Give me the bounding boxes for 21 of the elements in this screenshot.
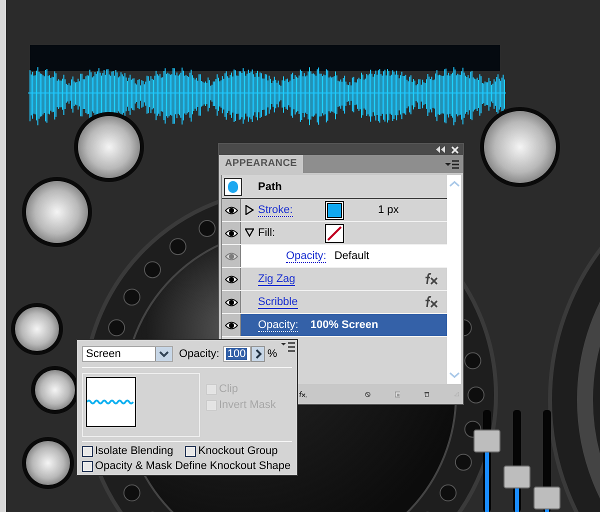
- appearance-row[interactable]: Fill:: [222, 222, 447, 245]
- object-name: Path: [258, 180, 282, 192]
- attribute-value: 100% Screen: [310, 319, 378, 331]
- percent-label: %: [267, 348, 278, 360]
- attribute-link[interactable]: Stroke:: [258, 204, 293, 216]
- attribute-label: Fill:: [258, 227, 276, 239]
- appearance-row[interactable]: Scribble: [222, 291, 447, 314]
- attribute-link[interactable]: Opacity:: [286, 250, 326, 262]
- appearance-row[interactable]: Opacity: Default: [222, 245, 447, 268]
- blend-mode-dropdown[interactable]: Screen: [82, 346, 173, 362]
- opacity-label: Opacity:: [179, 348, 220, 360]
- attribute-link[interactable]: Zig Zag: [258, 272, 296, 286]
- panel-tab[interactable]: APPEARANCE: [219, 155, 304, 173]
- appearance-row[interactable]: Zig Zag: [222, 268, 447, 291]
- attribute-value: Default: [334, 250, 370, 262]
- attribute-link[interactable]: Opacity:: [258, 318, 298, 332]
- appearance-row[interactable]: Stroke: 1 px: [222, 199, 447, 222]
- opacity-field[interactable]: 100: [223, 346, 252, 362]
- attribute-link[interactable]: Scribble: [258, 296, 298, 308]
- appearance-row[interactable]: Opacity: 100% Screen: [222, 314, 447, 337]
- attribute-value: 1 px: [378, 204, 399, 216]
